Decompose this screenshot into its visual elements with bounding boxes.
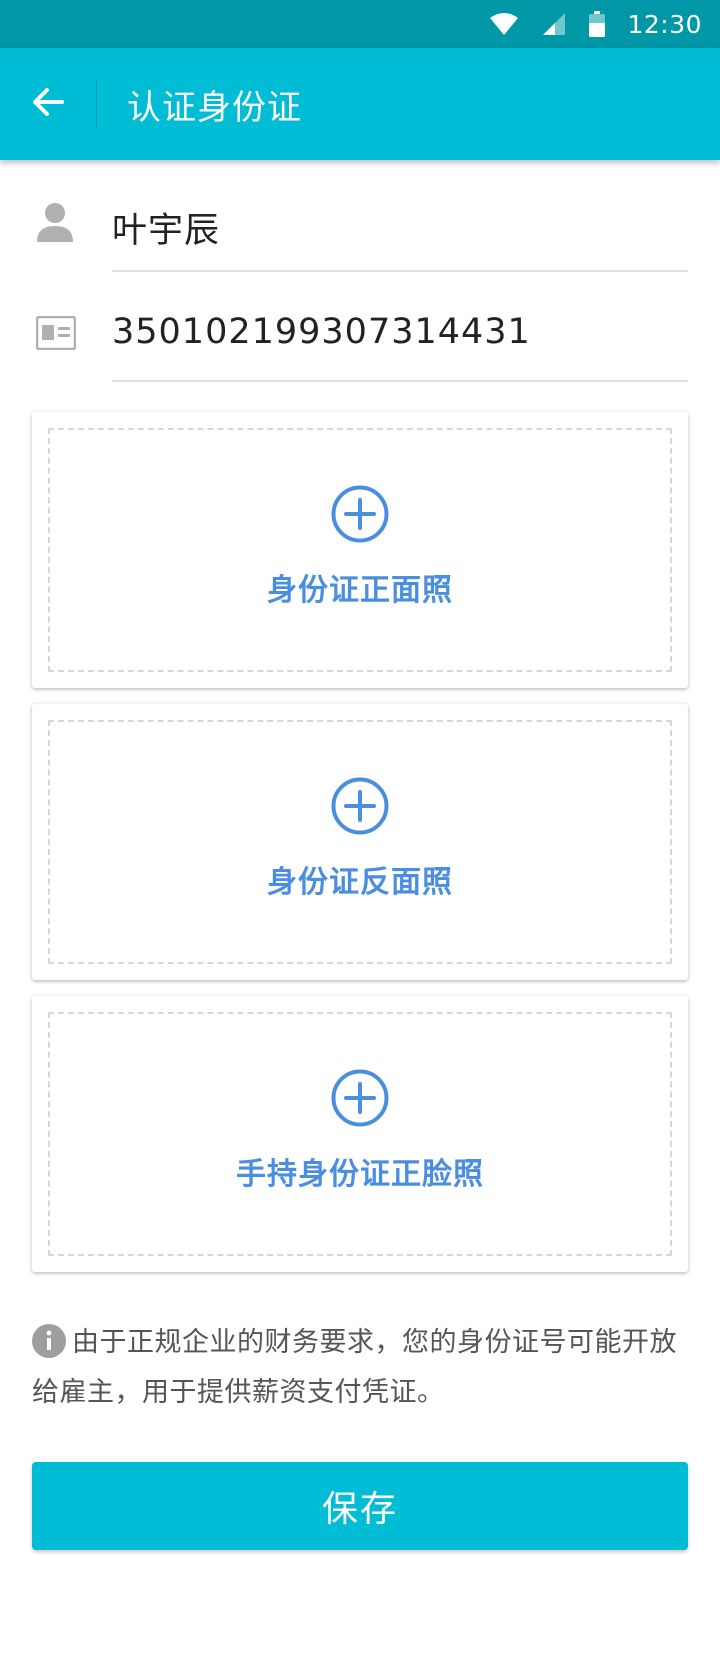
upload-area: 身份证反面照 <box>48 720 672 964</box>
id-card-icon <box>36 316 76 350</box>
upload-card-label: 手持身份证正脸照 <box>236 1157 484 1192</box>
info-icon <box>32 1323 66 1358</box>
upload-area: 手持身份证正脸照 <box>48 1012 672 1256</box>
name-field-row: 叶宇辰 <box>0 170 720 280</box>
plus-circle-icon <box>331 1069 389 1131</box>
plus-circle-icon <box>331 777 389 839</box>
signal-icon <box>541 11 567 37</box>
upload-card-selfie[interactable]: 手持身份证正脸照 <box>32 996 688 1272</box>
status-bar: 12:30 <box>0 0 720 48</box>
battery-icon <box>589 11 606 37</box>
plus-circle-icon <box>331 485 389 547</box>
arrow-left-icon <box>30 84 66 124</box>
name-field[interactable]: 叶宇辰 <box>112 202 220 253</box>
id-field-underline <box>112 380 688 382</box>
status-time: 12:30 <box>627 9 702 39</box>
id-field-row: 350102199307314431 <box>0 280 720 390</box>
upload-area: 身份证正面照 <box>48 428 672 672</box>
app-bar-divider <box>96 79 97 129</box>
back-button[interactable] <box>0 48 96 160</box>
save-button[interactable]: 保存 <box>32 1462 688 1550</box>
upload-card-front[interactable]: 身份证正面照 <box>32 412 688 688</box>
name-field-underline <box>112 270 688 272</box>
app-bar: 认证身份证 <box>0 48 720 160</box>
privacy-notice: 由于正规企业的财务要求，您的身份证号可能开放给雇主，用于提供薪资支付凭证。 <box>32 1318 688 1418</box>
upload-card-label: 身份证正面照 <box>267 573 453 608</box>
notice-text: 由于正规企业的财务要求，您的身份证号可能开放给雇主，用于提供薪资支付凭证。 <box>32 1327 677 1408</box>
page-title: 认证身份证 <box>127 87 302 128</box>
upload-card-back[interactable]: 身份证反面照 <box>32 704 688 980</box>
wifi-icon <box>489 11 519 37</box>
person-icon <box>36 202 74 242</box>
id-number-field[interactable]: 350102199307314431 <box>112 312 531 352</box>
upload-card-label: 身份证反面照 <box>267 865 453 900</box>
